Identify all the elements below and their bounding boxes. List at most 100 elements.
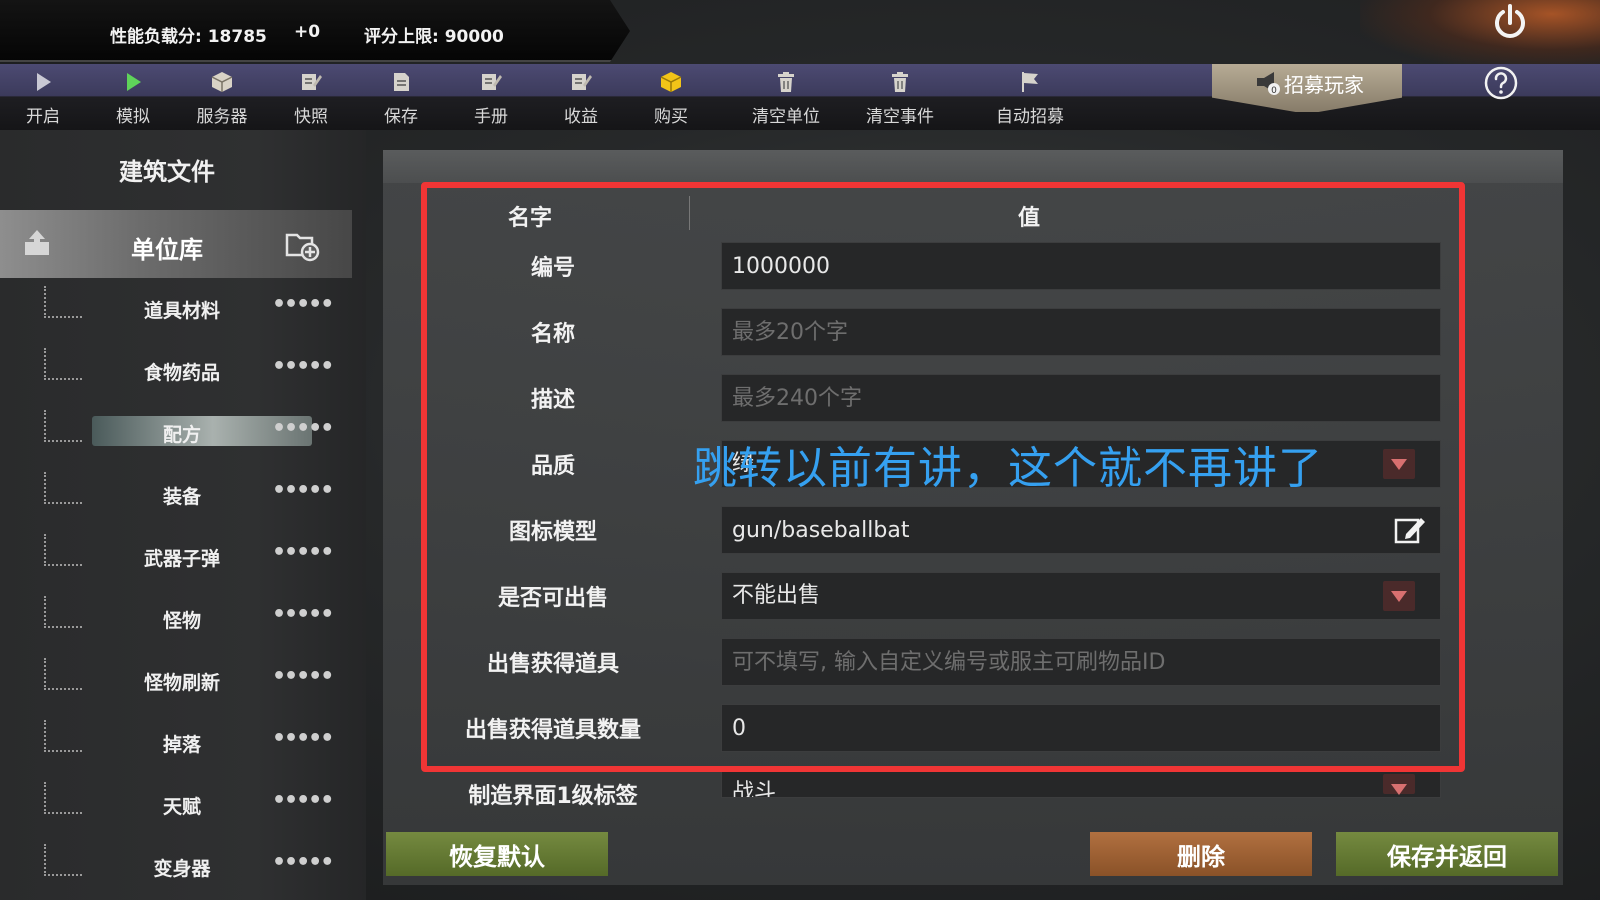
drag-handle[interactable]: ••••• <box>272 726 334 751</box>
toolbar-start-button[interactable]: 开启 <box>0 64 86 130</box>
toolbar-label: 快照 <box>294 107 328 127</box>
sidebar-item-label: 武器子弹 <box>143 548 220 570</box>
megaphone-icon: 0 <box>1257 72 1280 96</box>
drag-handle[interactable]: ••••• <box>272 416 334 441</box>
recruit-badge: 0 <box>1271 86 1277 96</box>
recruit-label: 招募玩家 <box>1284 73 1364 97</box>
sidebar-item-label: 食物药品 <box>143 362 220 384</box>
sell-item-quantity-input[interactable] <box>721 704 1441 752</box>
flag-icon <box>1022 72 1038 92</box>
sidebar-item-label: 装备 <box>162 486 201 508</box>
sidebar-item-transformer[interactable]: 变身器 ••••• <box>0 838 352 900</box>
toolbar-label: 购买 <box>654 107 688 127</box>
save-icon <box>394 73 409 91</box>
toolbar-simulate-button[interactable]: 模拟 <box>90 64 176 130</box>
toolbar-label: 手册 <box>474 107 508 127</box>
edit-icon <box>302 74 322 90</box>
cube-icon <box>660 72 682 92</box>
tree-connector <box>44 596 82 628</box>
toolbar-save-button[interactable]: 保存 <box>358 64 444 130</box>
drag-handle[interactable]: ••••• <box>272 850 334 875</box>
toolbar-buy-button[interactable]: 购买 <box>628 64 714 130</box>
toolbar-label: 保存 <box>384 107 418 127</box>
field-label-description: 描述 <box>530 388 575 413</box>
toolbar-label: 服务器 <box>196 107 248 127</box>
drag-handle[interactable]: ••••• <box>272 478 334 503</box>
chevron-down-icon[interactable] <box>1383 449 1415 479</box>
chevron-down-icon[interactable] <box>1383 774 1415 795</box>
sellable-select[interactable]: 不能出售 <box>721 572 1441 620</box>
drag-handle[interactable]: ••••• <box>272 664 334 689</box>
tree-connector <box>44 844 82 876</box>
sidebar-item-weapons-ammo[interactable]: 武器子弹 ••••• <box>0 528 352 590</box>
sidebar-item-monster-spawn[interactable]: 怪物刷新 ••••• <box>0 652 352 714</box>
sidebar-item-drops[interactable]: 掉落 ••••• <box>0 714 352 776</box>
edit-icon <box>572 74 592 90</box>
unit-library-header[interactable]: 单位库 <box>0 210 352 278</box>
sidebar-item-talents[interactable]: 天赋 ••••• <box>0 776 352 838</box>
toolbar-snapshot-button[interactable]: 快照 <box>268 64 354 130</box>
sidebar-item-materials[interactable]: 道具材料 ••••• <box>0 280 352 342</box>
edit-icon[interactable] <box>1393 514 1427 546</box>
drag-handle[interactable]: ••••• <box>272 540 334 565</box>
toolbar-clear-units-button[interactable]: 清空单位 <box>736 64 836 130</box>
tree-connector <box>44 534 82 566</box>
field-label-name: 名称 <box>530 322 575 347</box>
save-and-return-button[interactable]: 保存并返回 <box>1336 832 1558 876</box>
toolbar-revenue-button[interactable]: 收益 <box>538 64 624 130</box>
play-icon <box>37 73 51 91</box>
drag-handle[interactable]: ••••• <box>272 788 334 813</box>
delete-button[interactable]: 删除 <box>1090 832 1312 876</box>
chevron-down-icon[interactable] <box>1383 581 1415 611</box>
tree-connector <box>44 658 82 690</box>
drag-handle[interactable]: ••••• <box>272 354 334 379</box>
sidebar: 建筑文件 单位库 道具材料 ••••• 食物药品 ••••• 配方 ••••• … <box>0 130 366 900</box>
column-divider <box>689 196 690 230</box>
help-icon[interactable] <box>1484 66 1518 100</box>
toolbar-label: 开启 <box>26 107 60 127</box>
sidebar-item-label: 配方 <box>162 424 201 446</box>
id-input[interactable] <box>721 242 1441 290</box>
score-limit: 评分上限: 90000 <box>364 27 504 47</box>
toolbar-server-button[interactable]: 服务器 <box>178 64 266 130</box>
sidebar-item-food-medicine[interactable]: 食物药品 ••••• <box>0 342 352 404</box>
sidebar-item-recipe[interactable]: 配方 ••••• <box>0 404 352 466</box>
field-label-sellable: 是否可出售 <box>497 586 608 611</box>
tree-connector <box>44 348 82 380</box>
sidebar-item-label: 怪物刷新 <box>143 672 220 694</box>
icon-model-input[interactable] <box>721 506 1441 554</box>
sidebar-title: 建筑文件 <box>119 158 215 186</box>
field-label-quality: 品质 <box>530 454 575 479</box>
drag-handle[interactable]: ••••• <box>272 292 334 317</box>
drag-handle[interactable]: ••••• <box>272 602 334 627</box>
power-icon[interactable] <box>1490 2 1530 44</box>
field-label-id: 编号 <box>530 256 575 281</box>
sidebar-item-monsters[interactable]: 怪物 ••••• <box>0 590 352 652</box>
sidebar-item-label: 变身器 <box>153 858 211 880</box>
craft-tab-select[interactable]: 战斗 <box>721 770 1441 798</box>
name-input[interactable] <box>721 308 1441 356</box>
toolbar-clear-events-button[interactable]: 清空事件 <box>850 64 950 130</box>
panel-header <box>383 150 1563 183</box>
toolbar-label: 清空事件 <box>866 107 934 127</box>
add-folder-icon[interactable] <box>284 228 320 262</box>
toolbar-auto-recruit-button[interactable]: 自动招募 <box>980 64 1080 130</box>
field-label-sell-item: 出售获得道具 <box>486 652 619 677</box>
trash-icon <box>778 72 794 92</box>
restore-default-button[interactable]: 恢复默认 <box>386 832 608 876</box>
sidebar-item-equipment[interactable]: 装备 ••••• <box>0 466 352 528</box>
load-score: 性能负载分: 18785 <box>110 27 267 47</box>
sidebar-item-label: 天赋 <box>162 796 201 818</box>
trash-icon <box>892 72 908 92</box>
load-delta: +0 <box>294 22 321 42</box>
score-bar: 性能负载分: 18785 +0 评分上限: 90000 <box>0 0 630 62</box>
toolbar-label: 收益 <box>564 107 598 127</box>
field-label-icon-model: 图标模型 <box>508 520 597 545</box>
sell-item-input[interactable] <box>721 638 1441 686</box>
tree-connector <box>44 720 82 752</box>
description-input[interactable] <box>721 374 1441 422</box>
tree-connector <box>44 410 82 442</box>
toolbar-manual-button[interactable]: 手册 <box>448 64 534 130</box>
column-header-name: 名字 <box>508 206 553 231</box>
corner-glow <box>1360 0 1600 70</box>
